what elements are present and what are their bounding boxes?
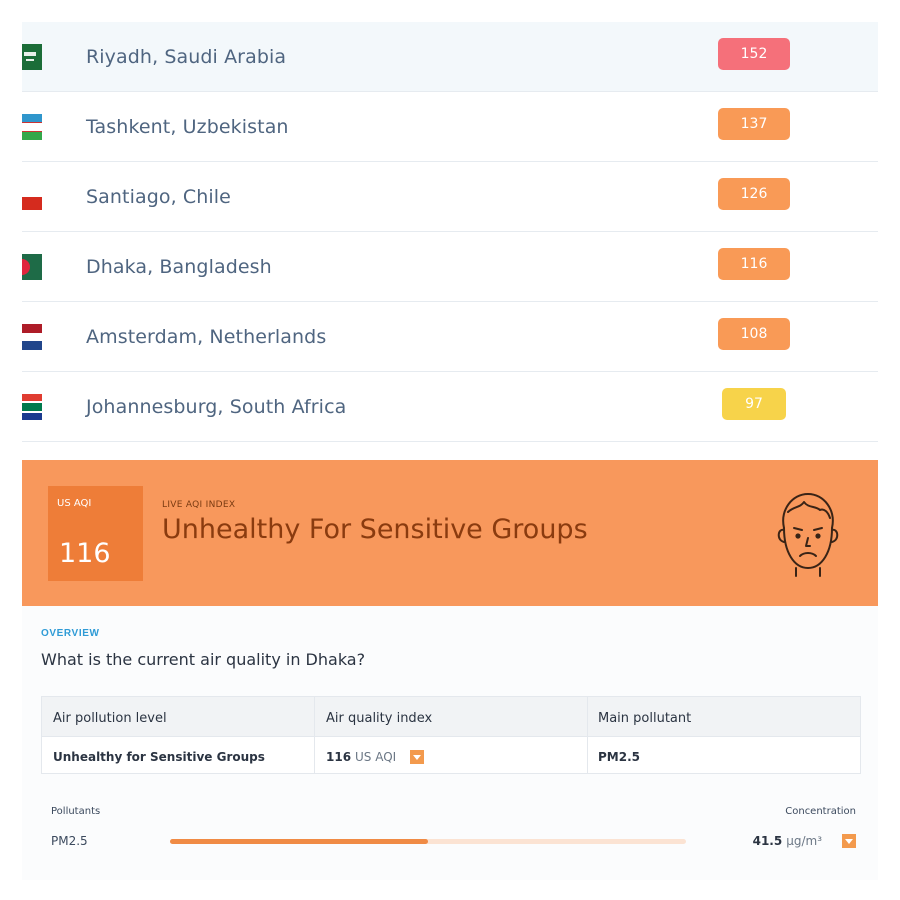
aqi-badge: 108: [718, 318, 790, 350]
city-name[interactable]: Santiago, Chile: [86, 186, 231, 208]
city-row-dhaka[interactable]: Dhaka, Bangladesh 116: [22, 232, 878, 302]
aqi-score-box: US AQI 116: [48, 486, 143, 581]
concentration-header: Concentration: [785, 806, 856, 817]
aqi-badge: 126: [718, 178, 790, 210]
aqi-banner: US AQI 116 LIVE AQI INDEX Unhealthy For …: [22, 460, 878, 606]
column-divider: [314, 697, 315, 773]
city-name[interactable]: Johannesburg, South Africa: [86, 396, 346, 418]
concentration-bar-track: [170, 839, 686, 844]
city-name[interactable]: Amsterdam, Netherlands: [86, 326, 326, 348]
south-africa-flag-icon: [22, 393, 42, 420]
overview-section: OVERVIEW What is the current air quality…: [22, 606, 878, 880]
city-name[interactable]: Riyadh, Saudi Arabia: [86, 46, 286, 68]
city-row-riyadh[interactable]: Riyadh, Saudi Arabia 152: [22, 22, 878, 92]
concentration-bar-fill: [170, 839, 428, 844]
city-name[interactable]: Dhaka, Bangladesh: [86, 256, 272, 278]
city-ranking-list: Riyadh, Saudi Arabia 152 Tashkent, Uzbek…: [22, 22, 878, 442]
aqi-badge: 137: [718, 108, 790, 140]
header-main-pollutant: Main pollutant: [598, 711, 692, 726]
netherlands-flag-icon: [22, 323, 42, 350]
pollutant-row-pm25[interactable]: PM2.5 41.5 µg/m³: [22, 828, 878, 854]
aqi-status-title: Unhealthy For Sensitive Groups: [162, 514, 588, 545]
concentration-unit: µg/m³: [786, 834, 822, 848]
aqi-badge: 116: [718, 248, 790, 280]
uzbekistan-flag-icon: [22, 113, 42, 140]
column-divider: [587, 697, 588, 773]
sad-face-icon: [777, 493, 839, 577]
aqi-box-value: 116: [59, 538, 111, 569]
header-pollution-level: Air pollution level: [53, 711, 167, 726]
main-pollutant-value: PM2.5: [598, 750, 640, 764]
city-name[interactable]: Tashkent, Uzbekistan: [86, 116, 289, 138]
aqi-badge: 152: [718, 38, 790, 70]
header-aqi: Air quality index: [326, 711, 433, 726]
city-row-tashkent[interactable]: Tashkent, Uzbekistan 137: [22, 92, 878, 162]
pollutants-header: Pollutants: [51, 806, 101, 817]
pollutant-name: PM2.5: [51, 834, 88, 848]
pollution-level-value: Unhealthy for Sensitive Groups: [53, 750, 265, 764]
saudi-arabia-flag-icon: [22, 43, 42, 70]
overview-label: OVERVIEW: [41, 628, 100, 639]
bangladesh-flag-icon: [22, 253, 42, 280]
air-quality-table: Air pollution level Air quality index Ma…: [41, 696, 861, 774]
pollutant-dropdown-caret-icon[interactable]: [842, 834, 856, 848]
aqi-value: 116: [326, 750, 352, 764]
chile-flag-icon: [22, 183, 42, 210]
city-row-santiago[interactable]: Santiago, Chile 126: [22, 162, 878, 232]
concentration-number: 41.5: [752, 834, 783, 848]
live-aqi-label: LIVE AQI INDEX: [162, 500, 236, 510]
aqi-badge: 97: [722, 388, 786, 420]
aqi-dropdown-caret-icon[interactable]: [410, 750, 424, 764]
city-row-amsterdam[interactable]: Amsterdam, Netherlands 108: [22, 302, 878, 372]
aqi-unit: US AQI: [355, 750, 397, 764]
aqi-box-label: US AQI: [57, 498, 92, 509]
city-row-johannesburg[interactable]: Johannesburg, South Africa 97: [22, 372, 878, 442]
overview-question: What is the current air quality in Dhaka…: [41, 650, 366, 669]
concentration-value: 41.5 µg/m³: [753, 834, 822, 848]
